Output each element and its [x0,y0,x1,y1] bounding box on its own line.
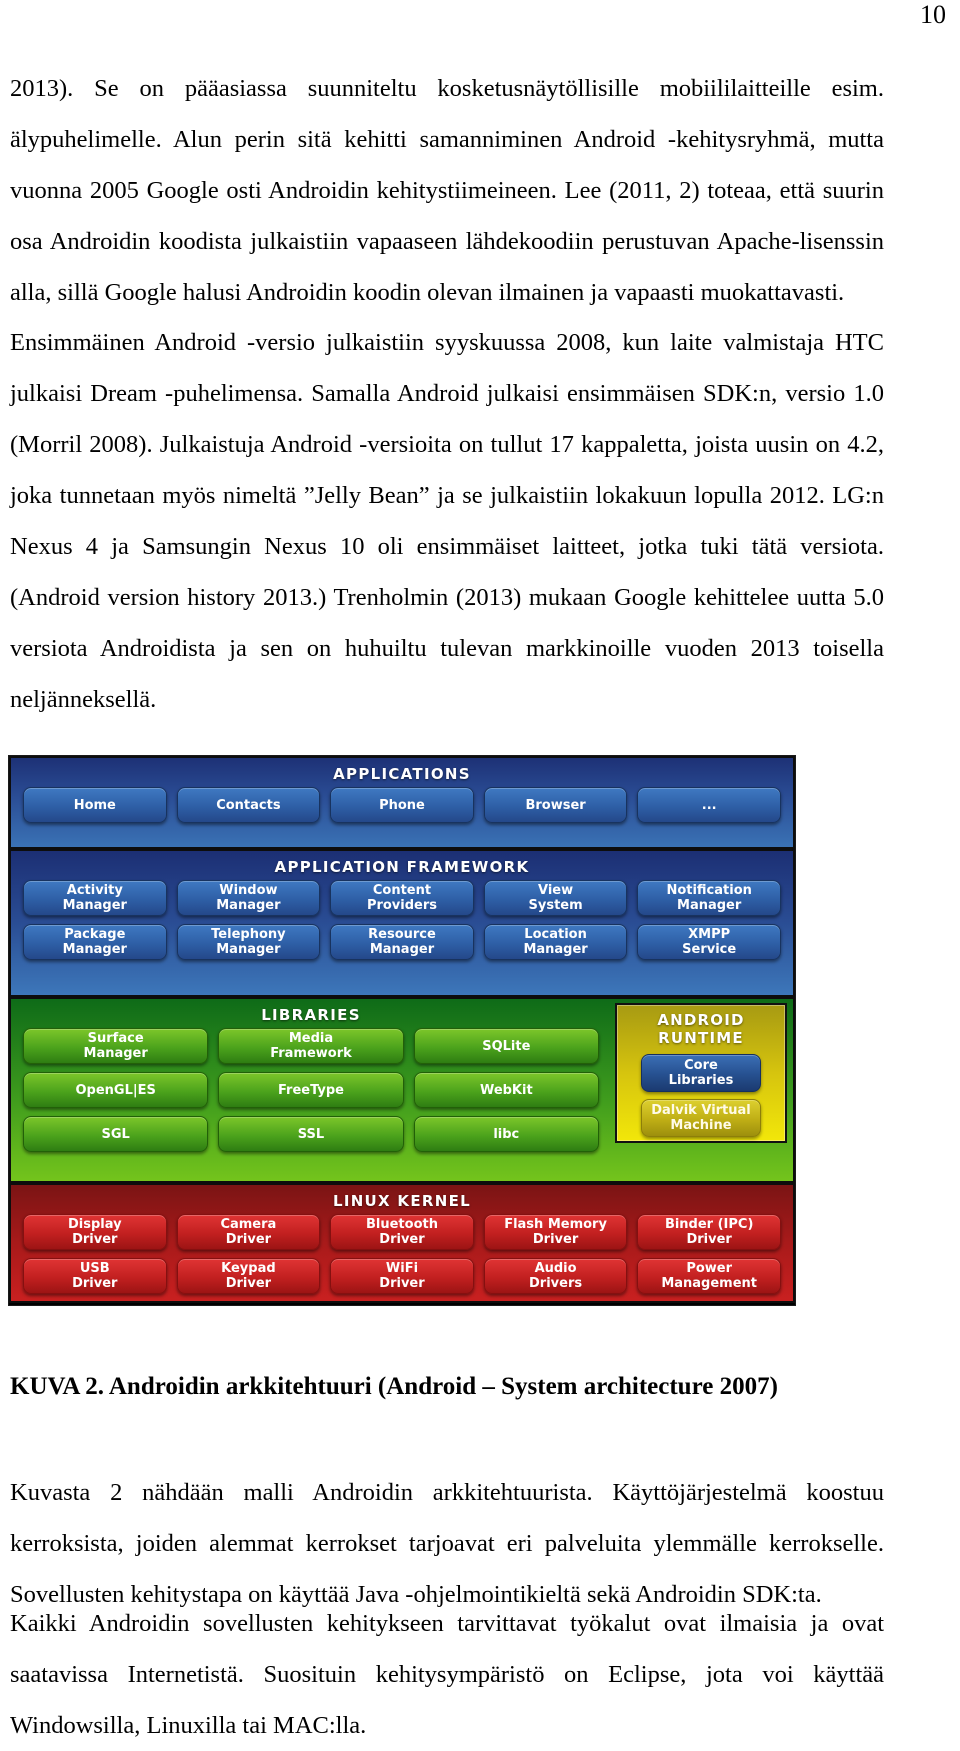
app-home: Home [23,787,167,823]
framework-row-2: Package Manager Telephony Manager Resource… [11,920,793,964]
fw-location-manager: Location Manager [483,924,628,960]
lib-surface-manager: Surface Manager [23,1028,209,1064]
lib-ssl: SSL [218,1116,404,1152]
android-architecture-figure: Applications Home Contacts Phone Browser… [8,755,796,1306]
krn-camera-driver: Camera Driver [176,1214,321,1250]
framework-row-1: Activity Manager Window Manager Content Pro… [11,876,793,920]
fw-window-manager: Window Manager [176,880,321,916]
layer-title-android-runtime: Android Runtime [657,1011,745,1047]
page-number: 10 [920,0,946,29]
lib-libc: libc [413,1116,599,1152]
layer-title-libraries: Libraries [261,1006,361,1024]
fw-content-providers: Content Providers [330,880,474,916]
fw-package-manager: Package Manager [23,924,167,960]
rt-core-libraries: Core Libraries [641,1054,761,1092]
krn-display-driver: Display Driver [23,1214,167,1250]
krn-audio-drivers: Audio Drivers [483,1258,628,1294]
app-phone: Phone [330,787,474,823]
krn-usb-driver: USB Driver [23,1258,167,1294]
layer-title-application-framework: Application Framework [274,858,530,876]
document-page: 10 2013). Se on pääasiassa suunniteltu k… [0,0,960,1739]
layer-title-applications: Applications [333,765,471,783]
lib-sqlite: SQLite [413,1028,599,1064]
app-more: ... [637,787,781,823]
lib-media-framework: Media Framework [218,1028,404,1064]
fw-view-system: View System [483,880,628,916]
paragraph-4: Kaikki Androidin sovellusten kehitykseen… [10,1609,884,1739]
app-browser: Browser [483,787,628,823]
krn-wifi-driver: WiFi Driver [330,1258,474,1294]
libraries-row-1: Surface Manager Media Framework SQLite [11,1024,611,1068]
layer-libraries-and-runtime: Libraries Surface Manager Media Framework … [9,997,795,1183]
lib-freetype: FreeType [218,1072,404,1108]
krn-keypad-driver: Keypad Driver [176,1258,321,1294]
figure-caption: KUVA 2. Androidin arkkitehtuuri (Android… [10,1373,778,1400]
paragraph-2: Ensimmäinen Android -versio julkaistiin … [10,328,884,713]
libraries-row-3: SGL SSL libc [11,1112,611,1156]
lib-opengl-es: OpenGL|ES [23,1072,209,1108]
fw-activity-manager: Activity Manager [23,880,167,916]
lib-webkit: WebKit [413,1072,599,1108]
layer-application-framework: Application Framework Activity Manager Wi… [9,849,795,997]
libraries-row-2: OpenGL|ES FreeType WebKit [11,1068,611,1112]
layer-title-linux-kernel: Linux Kernel [332,1192,472,1210]
kernel-row-2: USB Driver Keypad Driver WiFi Driver Audio D… [11,1254,793,1298]
fw-xmpp-service: XMPP Service [637,924,781,960]
krn-binder-ipc-driver: Binder (IPC) Driver [637,1214,781,1250]
kernel-row-1: Display Driver Camera Driver Bluetooth Driv… [11,1210,793,1254]
layer-applications: Applications Home Contacts Phone Browser… [9,756,795,849]
applications-row: Home Contacts Phone Browser ... [11,783,793,827]
paragraph-1: 2013). Se on pääasiassa suunniteltu kosk… [10,74,884,306]
android-runtime-box: Android Runtime Core Libraries Dalvik Vir… [615,1003,787,1143]
krn-power-management: Power Management [637,1258,781,1294]
rt-dalvik-virtual-machine: Dalvik Virtual Machine [641,1099,761,1137]
app-contacts: Contacts [176,787,321,823]
libraries-area: Libraries Surface Manager Media Framework … [11,999,615,1156]
fw-resource-manager: Resource Manager [330,924,474,960]
lib-sgl: SGL [23,1116,209,1152]
fw-telephony-manager: Telephony Manager [176,924,321,960]
fw-notification-manager: Notification Manager [637,880,781,916]
krn-bluetooth-driver: Bluetooth Driver [330,1214,474,1250]
layer-linux-kernel: Linux Kernel Display Driver Camera Driver … [9,1183,795,1303]
krn-flash-memory-driver: Flash Memory Driver [483,1214,628,1250]
